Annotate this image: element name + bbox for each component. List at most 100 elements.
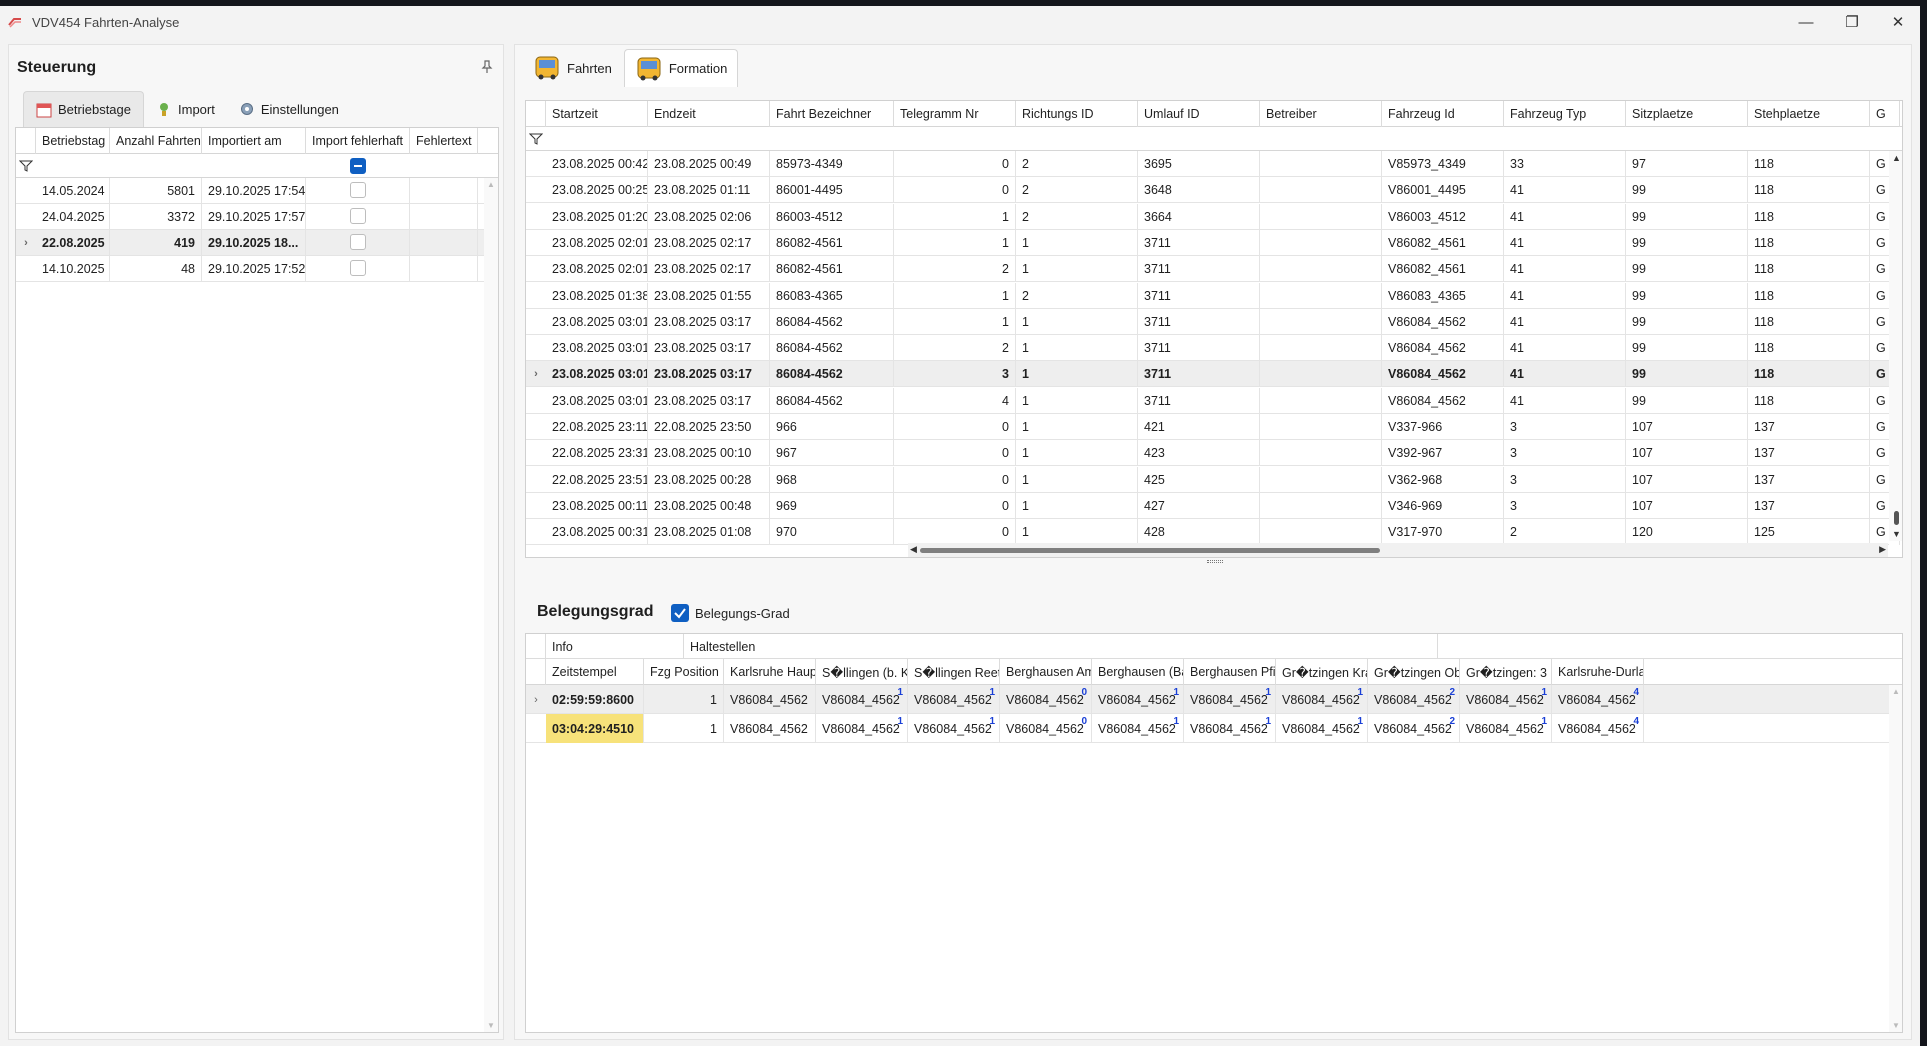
row-expand-icon[interactable] (526, 519, 546, 545)
col-beleg-4[interactable]: S�llingen Reet (908, 659, 1000, 685)
scroll-thumb[interactable] (920, 548, 1380, 553)
scroll-down-icon[interactable]: ▼ (1892, 1021, 1900, 1030)
import-fehlerhaft-checkbox[interactable] (350, 208, 366, 224)
col-fehlertext[interactable]: Fehlertext (410, 128, 478, 154)
col-startzeit[interactable]: Startzeit (546, 101, 648, 127)
filter-icon[interactable] (19, 159, 33, 173)
scroll-down-icon[interactable]: ▼ (1892, 529, 1901, 539)
table-row[interactable]: 23.08.2025 01:20 23.08.2025 02:06 86003-45… (526, 203, 1900, 230)
col-beleg-5[interactable]: Berghausen Am (1000, 659, 1092, 685)
table-row[interactable]: 03:04:29:4510 1 V86084_4562 V86084_4562 1 V86… (526, 714, 1889, 743)
row-expand-icon[interactable] (526, 467, 546, 493)
table-row[interactable]: 22.08.2025 23:11 22.08.2025 23:50 966 0 1 421… (526, 414, 1900, 440)
pin-icon[interactable] (479, 59, 495, 75)
table-row[interactable]: 23.08.2025 03:01 23.08.2025 03:17 86084-45… (526, 308, 1900, 335)
row-expand-icon[interactable] (526, 204, 546, 230)
table-row[interactable]: 23.08.2025 03:01 23.08.2025 03:17 86084-45… (526, 387, 1900, 414)
col-importiert-am[interactable]: Importiert am (202, 128, 306, 154)
splitter-handle[interactable] (1207, 560, 1223, 563)
table-row[interactable]: › 02:59:59:8600 1 V86084_4562 V86084_4562 1 V8… (526, 685, 1889, 714)
table-row[interactable]: 23.08.2025 00:42 23.08.2025 00:49 85973-43… (526, 151, 1900, 177)
import-fehlerhaft-checkbox[interactable] (350, 260, 366, 276)
col-betreiber[interactable]: Betreiber (1260, 101, 1382, 127)
row-expand-icon[interactable] (16, 178, 36, 204)
fahrten-vertical-scrollbar[interactable]: ▲ ▼ (1889, 151, 1902, 541)
col-g[interactable]: G (1870, 101, 1900, 127)
row-expand-icon[interactable] (526, 177, 546, 203)
col-beleg-11[interactable]: Karlsruhe-Durla (1552, 659, 1644, 685)
table-row[interactable]: 23.08.2025 00:31 23.08.2025 01:08 970 0 1 428… (526, 519, 1900, 546)
scroll-up-icon[interactable]: ▲ (1892, 687, 1900, 696)
row-expand-icon[interactable] (526, 283, 546, 309)
col-beleg-9[interactable]: Gr�tzingen Ob (1368, 659, 1460, 685)
col-anzahl-fahrten[interactable]: Anzahl Fahrten (110, 128, 202, 154)
import-fehlerhaft-checkbox[interactable] (350, 182, 366, 198)
col-fahrt-bezeichner[interactable]: Fahrt Bezeichner (770, 101, 894, 127)
row-expand-icon[interactable] (526, 440, 546, 466)
belegung-vertical-scrollbar[interactable]: ▲ ▼ (1889, 685, 1902, 1032)
belegungs-grad-checkbox[interactable] (671, 604, 689, 622)
table-row[interactable]: 23.08.2025 02:01 23.08.2025 02:17 86082-45… (526, 229, 1900, 256)
col-stehplaetze[interactable]: Stehplaetze (1748, 101, 1870, 127)
row-expand-icon[interactable] (526, 335, 546, 361)
col-umlauf-id[interactable]: Umlauf ID (1138, 101, 1260, 127)
table-row[interactable]: 14.10.2025 48 29.10.2025 17:52 (16, 256, 484, 282)
row-expand-icon[interactable] (526, 388, 546, 414)
col-sitzplaetze[interactable]: Sitzplaetze (1626, 101, 1748, 127)
row-expand-icon[interactable] (526, 151, 546, 177)
row-expand-icon[interactable] (16, 256, 36, 282)
scroll-right-icon[interactable]: ▶ (1879, 544, 1886, 555)
scroll-up-icon[interactable]: ▲ (1892, 153, 1901, 163)
tab-einstellungen[interactable]: Einstellungen (227, 91, 351, 127)
col-beleg-3[interactable]: S�llingen (b. K (816, 659, 908, 685)
table-row[interactable]: 22.08.2025 23:31 23.08.2025 00:10 967 0 1 423… (526, 440, 1900, 467)
row-expand-icon[interactable] (526, 256, 546, 282)
tab-formation[interactable]: Formation (623, 49, 739, 87)
col-import-fehlerhaft[interactable]: Import fehlerhaft (306, 128, 410, 154)
filter-import-fehlerhaft-checkbox[interactable] (350, 158, 366, 174)
scroll-thumb[interactable] (1894, 511, 1899, 525)
col-fahrzeug-typ[interactable]: Fahrzeug Typ (1504, 101, 1626, 127)
col-beleg-8[interactable]: Gr�tzingen Kra (1276, 659, 1368, 685)
col-beleg-10[interactable]: Gr�tzingen: 3 (1460, 659, 1552, 685)
row-expand-icon[interactable] (526, 493, 546, 519)
row-expand-icon[interactable]: › (526, 361, 546, 387)
table-row[interactable]: 23.08.2025 00:11 23.08.2025 00:48 969 0 1 427… (526, 492, 1900, 519)
restore-button[interactable]: ❐ (1830, 8, 1874, 36)
row-expand-icon[interactable]: › (526, 685, 546, 714)
minimize-button[interactable]: — (1784, 8, 1828, 36)
row-expand-icon[interactable] (526, 230, 546, 256)
table-row[interactable]: 22.08.2025 23:51 23.08.2025 00:28 968 0 1 425… (526, 466, 1900, 493)
table-row[interactable]: 14.05.2024 5801 29.10.2025 17:54 (16, 178, 484, 204)
scroll-left-icon[interactable]: ◀ (910, 544, 917, 555)
col-richtungs-id[interactable]: Richtungs ID (1016, 101, 1138, 127)
table-row[interactable]: 23.08.2025 02:01 23.08.2025 02:17 86082-45… (526, 256, 1900, 283)
left-vertical-scrollbar[interactable]: ▲ ▼ (484, 178, 498, 1032)
col-fahrzeug-id[interactable]: Fahrzeug Id (1382, 101, 1504, 127)
fahrten-horizontal-scrollbar[interactable]: ◀ ▶ (908, 543, 1888, 557)
table-row[interactable]: › 23.08.2025 03:01 23.08.2025 03:17 86084-4… (526, 361, 1900, 388)
col-beleg-7[interactable]: Berghausen Pfi (1184, 659, 1276, 685)
col-endzeit[interactable]: Endzeit (648, 101, 770, 127)
row-expand-icon[interactable] (16, 204, 36, 230)
tab-import[interactable]: Import (144, 91, 227, 127)
import-fehlerhaft-checkbox[interactable] (350, 234, 366, 250)
row-expand-icon[interactable]: › (16, 230, 36, 256)
row-expand-icon[interactable] (526, 714, 546, 743)
row-expand-icon[interactable] (526, 309, 546, 335)
tab-fahrten[interactable]: Fahrten (523, 49, 622, 87)
col-beleg-2[interactable]: Karlsruhe Haup (724, 659, 816, 685)
col-betriebstag[interactable]: Betriebstag (36, 128, 110, 154)
row-expand-icon[interactable] (526, 414, 546, 440)
col-telegramm-nr[interactable]: Telegramm Nr (894, 101, 1016, 127)
tab-betriebstage[interactable]: Betriebstage (23, 91, 144, 127)
col-beleg-0[interactable]: Zeitstempel (546, 659, 644, 685)
col-beleg-1[interactable]: Fzg Position (644, 659, 724, 685)
scroll-down-icon[interactable]: ▼ (487, 1021, 495, 1030)
table-row[interactable]: 23.08.2025 03:01 23.08.2025 03:17 86084-45… (526, 335, 1900, 362)
table-row[interactable]: › 22.08.2025 419 29.10.2025 18... (16, 230, 484, 256)
table-row[interactable]: 23.08.2025 00:25 23.08.2025 01:11 86001-44… (526, 177, 1900, 204)
col-beleg-6[interactable]: Berghausen (Ba (1092, 659, 1184, 685)
close-button[interactable]: ✕ (1876, 8, 1920, 36)
table-row[interactable]: 24.04.2025 3372 29.10.2025 17:57 (16, 204, 484, 230)
